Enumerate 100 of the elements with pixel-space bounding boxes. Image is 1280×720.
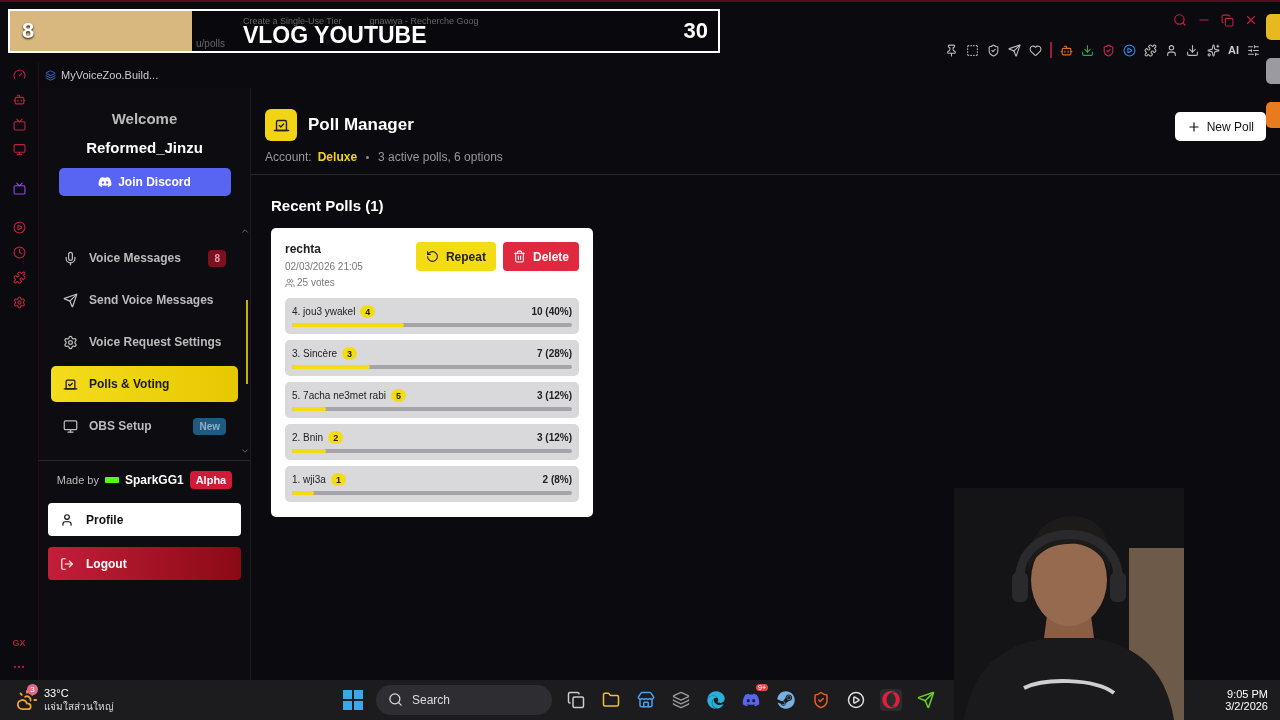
steam-icon[interactable] bbox=[777, 691, 795, 709]
sparkle-icon[interactable] bbox=[1207, 43, 1220, 57]
clock-icon[interactable] bbox=[12, 246, 26, 259]
weather-text[interactable]: แจ่มใสส่วนใหญ่ bbox=[44, 698, 114, 714]
sidebar-item[interactable]: Voice Request Settings bbox=[51, 324, 238, 360]
option-label: 2. Bnin bbox=[292, 432, 324, 443]
notification-badge: 3 bbox=[27, 683, 38, 695]
author-name: SparkGG1 bbox=[124, 473, 184, 487]
poll-date: 02/03/2026 21:05 bbox=[285, 261, 363, 272]
close-icon[interactable] bbox=[1244, 13, 1258, 27]
profile-button[interactable]: Profile bbox=[48, 503, 241, 536]
search-icon[interactable] bbox=[1173, 13, 1187, 27]
sidebar-item[interactable]: Polls & Voting bbox=[51, 366, 238, 402]
send-icon[interactable] bbox=[1008, 43, 1021, 57]
join-discord-button[interactable]: Join Discord bbox=[58, 168, 231, 196]
opera-icon[interactable] bbox=[882, 691, 900, 709]
screen-icon[interactable] bbox=[12, 118, 26, 131]
rank-badge: 3 bbox=[342, 347, 358, 360]
ballot-box-icon bbox=[63, 376, 78, 392]
option-result: 2 (8%) bbox=[542, 474, 572, 485]
monitor-icon bbox=[63, 418, 78, 434]
logout-icon bbox=[60, 556, 74, 571]
speedometer-icon[interactable] bbox=[12, 68, 26, 81]
browser-tab[interactable]: gnawiya - Recherche Goog bbox=[369, 16, 479, 26]
plan-name: Deluxe bbox=[317, 150, 358, 164]
item-badge: New bbox=[193, 417, 226, 435]
bookmark-link[interactable]: MyVoiceZoo.Build... bbox=[61, 69, 159, 81]
repeat-icon bbox=[425, 250, 439, 263]
delete-button[interactable]: Delete bbox=[502, 242, 579, 271]
clock-time[interactable]: 9:05 PM bbox=[1227, 688, 1268, 700]
page-title: Poll Manager bbox=[308, 115, 414, 135]
option-result: 3 (12%) bbox=[537, 432, 572, 443]
logout-button[interactable]: Logout bbox=[48, 547, 241, 580]
section-title: Recent Polls (1) bbox=[271, 197, 385, 214]
user-icon bbox=[60, 512, 74, 527]
overlay-title: VLOG YOUTUBE bbox=[242, 24, 427, 46]
option-result: 10 (40%) bbox=[531, 306, 572, 317]
profile-icon[interactable] bbox=[1165, 43, 1178, 57]
discord-icon[interactable] bbox=[742, 691, 760, 709]
item-badge: 8 bbox=[208, 249, 226, 267]
puzzle-icon[interactable] bbox=[12, 271, 26, 284]
settings-icon[interactable] bbox=[12, 296, 26, 309]
welcome-text: Welcome bbox=[111, 110, 178, 127]
download-icon[interactable] bbox=[1186, 43, 1199, 57]
search-icon bbox=[388, 692, 403, 707]
poll-summary: 3 active polls, 6 options bbox=[378, 150, 503, 164]
rank-badge: 1 bbox=[330, 473, 346, 486]
microphone-icon bbox=[63, 250, 78, 266]
trash-icon bbox=[512, 250, 526, 263]
username: Reformed_Jinzu bbox=[86, 139, 203, 156]
folder-icon[interactable] bbox=[602, 691, 620, 709]
app-icon[interactable] bbox=[917, 691, 935, 709]
restore-icon[interactable] bbox=[1221, 13, 1234, 27]
rank-badge: 2 bbox=[328, 431, 344, 444]
settings-icon bbox=[63, 334, 78, 350]
sidebar-item[interactable]: OBS Setup New bbox=[51, 408, 238, 444]
heart-icon[interactable] bbox=[1029, 43, 1042, 57]
snapshot-icon[interactable] bbox=[966, 43, 979, 57]
bookmark-icon[interactable] bbox=[45, 69, 56, 81]
download-extension-icon[interactable] bbox=[1081, 43, 1094, 57]
option-label: 3. Sincère bbox=[292, 348, 338, 359]
discord-icon bbox=[98, 175, 113, 189]
play-icon[interactable] bbox=[12, 221, 26, 234]
temperature[interactable]: 33°C bbox=[44, 686, 114, 699]
taskbar-search-field[interactable]: Search bbox=[376, 685, 552, 715]
pin-icon[interactable] bbox=[945, 43, 958, 57]
start-icon[interactable] bbox=[343, 690, 363, 710]
sidebar-item[interactable]: Voice Messages 8 bbox=[51, 240, 238, 276]
menu-icon[interactable] bbox=[1247, 43, 1260, 57]
scrollbar-thumb[interactable] bbox=[246, 300, 248, 384]
option-label: 5. 7acha ne3met rabi bbox=[292, 390, 386, 401]
shield-icon[interactable] bbox=[987, 43, 1000, 57]
browser-tab[interactable]: Create a Single-Use Tier bbox=[242, 16, 342, 26]
store-icon[interactable] bbox=[637, 691, 655, 709]
weather-icon[interactable] bbox=[16, 689, 38, 711]
recorder-icon[interactable] bbox=[847, 691, 865, 709]
shield-extension-icon[interactable] bbox=[1102, 43, 1115, 57]
ai-label[interactable]: AI bbox=[1228, 44, 1239, 56]
made-by-text: Made by bbox=[56, 474, 99, 486]
rank-badge: 4 bbox=[360, 305, 376, 318]
task-view-icon[interactable] bbox=[567, 691, 585, 709]
vote-count: 25 votes bbox=[297, 277, 335, 288]
address-text[interactable]: u/polls bbox=[196, 38, 225, 49]
clock-date[interactable]: 3/2/2026 bbox=[1225, 700, 1268, 712]
edge-icon[interactable] bbox=[707, 691, 725, 709]
monitor-icon[interactable] bbox=[12, 143, 26, 156]
option-label: 4. jou3 ywakel bbox=[292, 306, 356, 317]
extensions-icon[interactable] bbox=[1144, 43, 1157, 57]
robot-icon[interactable] bbox=[12, 93, 26, 106]
option-result: 7 (28%) bbox=[537, 348, 572, 359]
account-label: Account: bbox=[265, 150, 312, 164]
sidebar-item[interactable]: Send Voice Messages bbox=[51, 282, 238, 318]
repeat-button[interactable]: Repeat bbox=[415, 242, 496, 271]
counter-text: 30 bbox=[683, 18, 708, 43]
send-icon bbox=[63, 292, 78, 308]
alpha-badge: Alpha bbox=[189, 471, 233, 489]
app-icon[interactable] bbox=[672, 691, 690, 709]
logo-icon bbox=[104, 477, 119, 483]
poll-name: rechta bbox=[285, 242, 323, 256]
new-poll-button[interactable]: New Poll bbox=[1174, 112, 1266, 141]
